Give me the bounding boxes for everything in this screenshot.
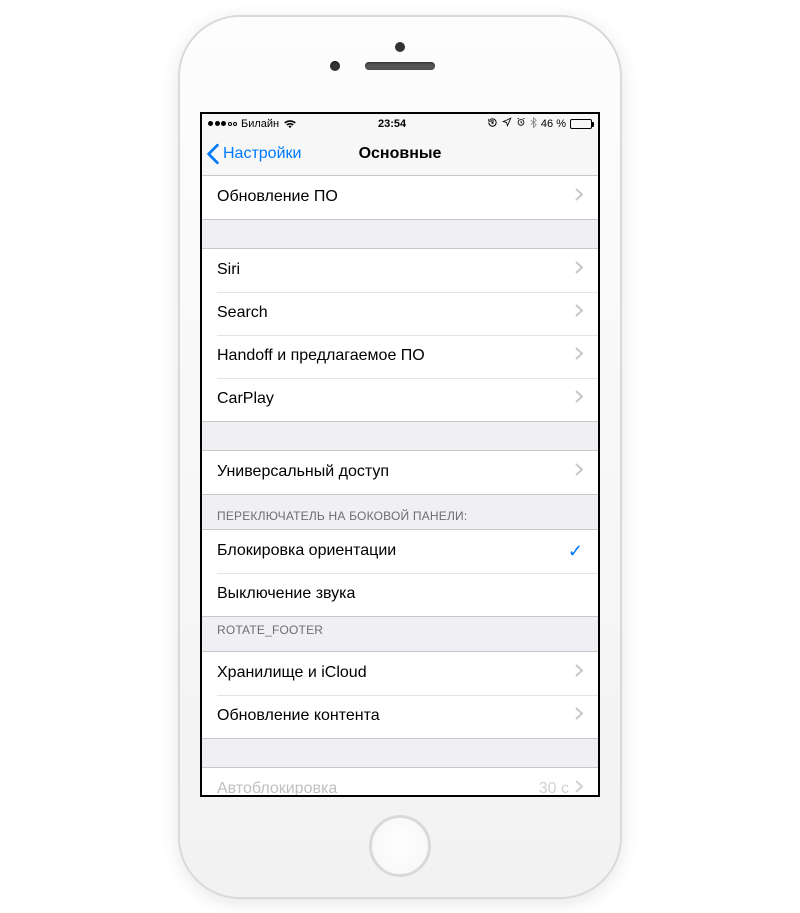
chevron-right-icon: [575, 780, 583, 795]
chevron-right-icon: [575, 664, 583, 682]
row-label: Хранилище и iCloud: [217, 664, 575, 682]
row-label: CarPlay: [217, 390, 575, 408]
group-gap: [202, 739, 598, 767]
orientation-lock-icon: [487, 117, 498, 131]
chevron-right-icon: [575, 188, 583, 206]
side-switch-header: ПЕРЕКЛЮЧАТЕЛЬ НА БОКОВОЙ ПАНЕЛИ:: [202, 495, 598, 529]
chevron-left-icon: [206, 143, 220, 165]
location-icon: [502, 117, 512, 130]
screen: Билайн 23:54 46 %: [200, 112, 600, 797]
status-bar: Билайн 23:54 46 %: [202, 114, 598, 134]
rotate-footer: ROTATE_FOOTER: [202, 617, 598, 651]
front-camera: [330, 61, 340, 71]
group-accessibility: Универсальный доступ: [202, 450, 598, 495]
chevron-right-icon: [575, 390, 583, 408]
proximity-sensor: [395, 42, 405, 52]
chevron-right-icon: [575, 707, 583, 725]
clock: 23:54: [378, 118, 406, 130]
row-background-refresh[interactable]: Обновление контента: [202, 695, 598, 738]
group-autolock: Автоблокировка 30 с: [202, 767, 598, 795]
home-button[interactable]: [369, 815, 431, 877]
row-handoff[interactable]: Handoff и предлагаемое ПО: [202, 335, 598, 378]
signal-strength-icon: [208, 121, 237, 126]
earpiece-speaker: [365, 62, 435, 70]
iphone-frame: Билайн 23:54 46 %: [180, 17, 620, 897]
group-about: Обновление ПО: [202, 176, 598, 220]
group-gap: [202, 220, 598, 248]
back-label: Настройки: [223, 145, 301, 163]
row-autolock[interactable]: Автоблокировка 30 с: [202, 768, 598, 795]
row-label: Блокировка ориентации: [217, 542, 568, 560]
row-lock-rotation[interactable]: Блокировка ориентации ✓: [202, 530, 598, 573]
bluetooth-icon: [530, 117, 537, 131]
back-button[interactable]: Настройки: [206, 134, 301, 175]
row-label: Выключение звука: [217, 585, 583, 603]
group-features: Siri Search Handoff и предлагаемое ПО Ca…: [202, 248, 598, 422]
battery-percent: 46 %: [541, 118, 566, 130]
row-value: 30 с: [539, 780, 569, 795]
row-label: Автоблокировка: [217, 780, 539, 795]
group-side-switch: Блокировка ориентации ✓ Выключение звука: [202, 529, 598, 617]
row-label: Обновление контента: [217, 707, 575, 725]
chevron-right-icon: [575, 463, 583, 481]
settings-list[interactable]: Обновление ПО Siri Search Handoff и: [202, 176, 598, 795]
chevron-right-icon: [575, 347, 583, 365]
row-label: Search: [217, 304, 575, 322]
row-label: Обновление ПО: [217, 188, 575, 206]
battery-icon: [570, 119, 592, 129]
alarm-icon: [516, 117, 526, 130]
row-accessibility[interactable]: Универсальный доступ: [202, 451, 598, 494]
row-carplay[interactable]: CarPlay: [202, 378, 598, 421]
row-storage[interactable]: Хранилище и iCloud: [202, 652, 598, 695]
row-siri[interactable]: Siri: [202, 249, 598, 292]
row-software-update[interactable]: Обновление ПО: [202, 176, 598, 219]
row-label: Siri: [217, 261, 575, 279]
nav-bar: Настройки Основные: [202, 134, 598, 176]
row-label: Handoff и предлагаемое ПО: [217, 347, 575, 365]
row-mute[interactable]: Выключение звука: [202, 573, 598, 616]
group-storage: Хранилище и iCloud Обновление контента: [202, 651, 598, 739]
wifi-icon: [283, 119, 297, 129]
row-search[interactable]: Search: [202, 292, 598, 335]
page-title: Основные: [359, 145, 442, 163]
status-bar-left: Билайн: [208, 118, 297, 130]
chevron-right-icon: [575, 304, 583, 322]
checkmark-icon: ✓: [568, 541, 583, 562]
carrier-label: Билайн: [241, 118, 279, 130]
chevron-right-icon: [575, 261, 583, 279]
row-label: Универсальный доступ: [217, 463, 575, 481]
status-bar-right: 46 %: [487, 117, 592, 131]
group-gap: [202, 422, 598, 450]
